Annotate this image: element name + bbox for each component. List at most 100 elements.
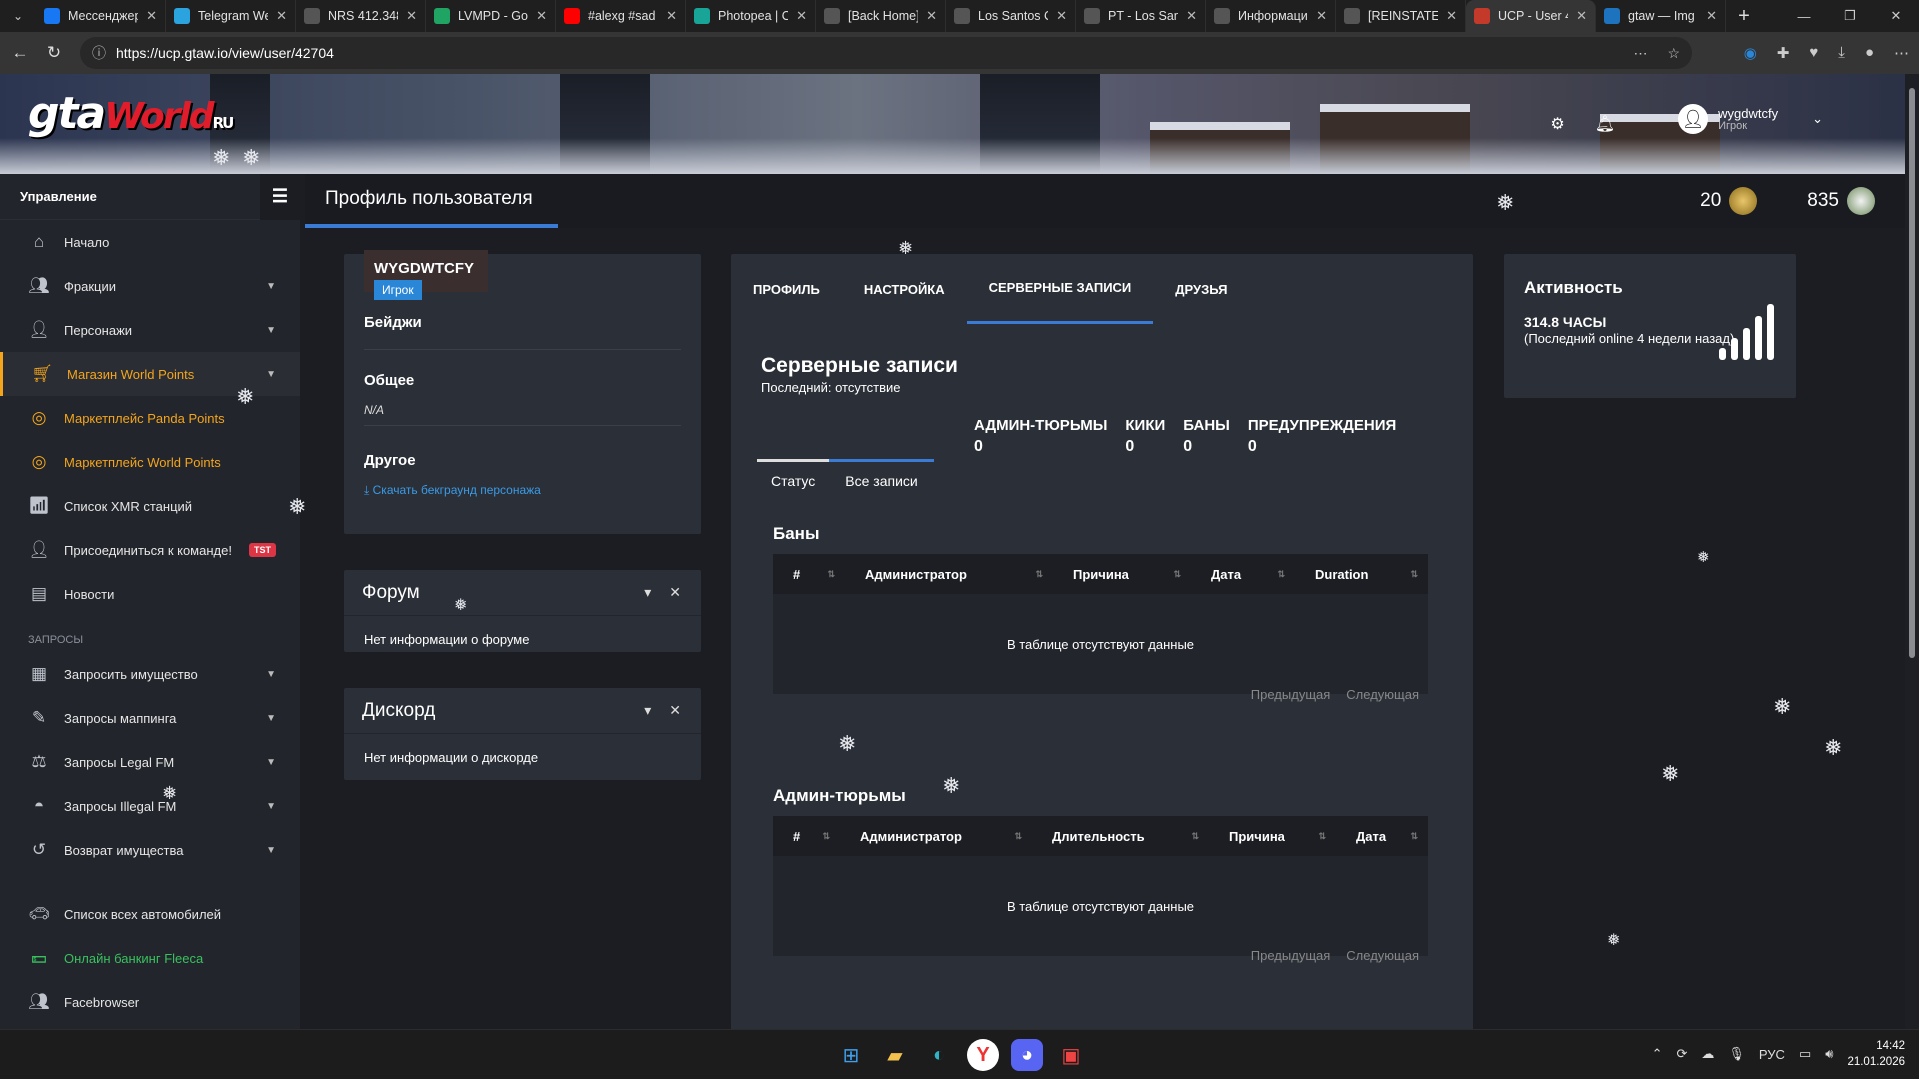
url-field[interactable]: ⓘ https://ucp.gtaw.io/view/user/42704 ⋯ … [80,37,1692,69]
page-scrollbar[interactable] [1905,74,1919,1029]
tab-0[interactable]: ПРОФИЛЬ [731,254,842,324]
browser-tab[interactable]: [Back Home] ✕ [816,0,946,32]
sidebar-item[interactable]: 👤︎ Присоединиться к команде! TST [0,528,300,572]
close-tab-icon[interactable]: ✕ [536,8,547,24]
hamburger-menu-icon[interactable]: ☰ [260,174,300,220]
next-button[interactable]: Следующая [1346,687,1419,702]
subtab-status[interactable]: Статус [757,459,830,499]
microphone-icon[interactable]: 🎙︎ [1728,1046,1745,1062]
sidebar-item[interactable]: ◎ Маркетплейс Panda Points [0,396,300,440]
yandex-browser-icon[interactable]: Y [967,1039,999,1071]
sidebar-item[interactable]: 🛒︎ Магазин World Points ▼ [0,352,300,396]
browser-tab[interactable]: NRS 412.348 ✕ [296,0,426,32]
sync-icon[interactable]: ⟳ [1676,1046,1687,1062]
close-tab-icon[interactable]: ✕ [796,8,807,24]
file-explorer-icon[interactable]: ▰ [879,1039,911,1071]
column-header[interactable]: Причина ⇅ [1209,829,1336,844]
sidebar-item[interactable]: ▦ Запросить имущество ▼ [0,652,300,696]
subtab-all-records[interactable]: Все записи [829,459,934,499]
browser-tab[interactable]: Информаци ✕ [1206,0,1336,32]
close-tab-icon[interactable]: ✕ [666,8,677,24]
site-info-icon[interactable]: ⓘ [92,43,106,63]
puzzle-icon[interactable]: ✚ [1777,44,1790,62]
clock[interactable]: 14:42 21.01.2026 [1847,1038,1905,1070]
close-tab-icon[interactable]: ✕ [1186,8,1197,24]
close-window-icon[interactable]: ✕ [1873,0,1919,32]
browser-tab[interactable]: #alexg #sad ✕ [556,0,686,32]
sidebar-item[interactable]: ⌂ Начало [0,220,300,264]
column-header[interactable]: Дата ⇅ [1336,829,1428,844]
close-tab-icon[interactable]: ✕ [276,8,287,24]
collapse-caret-icon[interactable]: ▾ [644,584,651,601]
download-icon[interactable]: ⤓ [1838,44,1845,62]
edge-browser-icon[interactable]: ◐ [923,1039,955,1071]
column-header[interactable]: Причина ⇅ [1053,567,1191,582]
browser-tab[interactable]: gtaw — Img ✕ [1596,0,1726,32]
reload-icon[interactable]: ↻ [40,39,68,67]
close-tab-icon[interactable]: ✕ [1706,8,1717,24]
tab-3[interactable]: ДРУЗЬЯ [1153,254,1249,324]
close-tab-icon[interactable]: ✕ [1446,8,1457,24]
sidebar-item[interactable]: ✎ Запросы маппинга ▼ [0,696,300,740]
sidebar-item[interactable]: ◎ Маркетплейс World Points [0,440,300,484]
tab-1[interactable]: НАСТРОЙКА [842,254,967,324]
notification-bell-icon[interactable]: 🔔︎ [1595,114,1615,134]
close-icon[interactable]: ✕ [669,702,681,719]
browser-tab[interactable]: Мессенджер ✕ [36,0,166,32]
more-dots-icon[interactable]: ⋯ [1633,45,1647,62]
favorite-star-icon[interactable]: ☆ [1667,45,1680,62]
collapse-caret-icon[interactable]: ▾ [644,702,651,719]
profile-avatar-icon[interactable]: ● [1865,44,1874,62]
browser-tab[interactable]: PT - Los San ✕ [1076,0,1206,32]
sidebar-item[interactable]: ↺ Возврат имущества ▼ [0,828,300,872]
close-icon[interactable]: ✕ [669,584,681,601]
back-icon[interactable]: ← [6,39,34,67]
restore-icon[interactable]: ❐ [1827,0,1873,32]
prev-button[interactable]: Предыдущая [1251,948,1331,963]
browser-tab[interactable]: UCP - User 4 ✕ [1466,0,1596,32]
column-header[interactable]: Duration ⇅ [1295,567,1428,582]
scrollbar-thumb[interactable] [1909,88,1915,658]
close-tab-icon[interactable]: ✕ [926,8,937,24]
settings-dots-icon[interactable]: ⋯ [1894,44,1909,62]
next-button[interactable]: Следующая [1346,948,1419,963]
sidebar-item[interactable]: ▤ Новости [0,572,300,616]
new-tab-button[interactable]: + [1726,5,1762,28]
column-header[interactable]: # ⇅ [773,567,845,582]
tab-2[interactable]: СЕРВЕРНЫЕ ЗАПИСИ [966,254,1154,324]
onedrive-icon[interactable]: ☁ [1701,1046,1714,1062]
close-tab-icon[interactable]: ✕ [1056,8,1067,24]
download-background-link[interactable]: ⤓ Скачать бекграунд персонажа [364,483,681,498]
collections-icon[interactable]: ♥ [1809,44,1818,62]
windows-start-icon[interactable]: ⊞ [835,1039,867,1071]
discord-icon[interactable]: ◕ [1011,1039,1043,1071]
browser-tab[interactable]: Los Santos C ✕ [946,0,1076,32]
tab-actions-chevron-icon[interactable]: ⌄ [0,0,36,32]
sidebar-item[interactable]: ◓ Запросы Illegal FM ▼ [0,784,300,828]
sidebar-item[interactable]: ⚖ Запросы Legal FM ▼ [0,740,300,784]
sidebar-item[interactable]: 💵︎ Онлайн банкинг Fleeca [0,936,300,980]
minimize-icon[interactable]: — [1781,0,1827,32]
browser-tab[interactable]: Photopea | O ✕ [686,0,816,32]
sidebar-item[interactable]: 👤︎ Персонажи ▼ [0,308,300,352]
snipping-tool-icon[interactable]: ▣ [1055,1039,1087,1071]
network-icon[interactable]: ▭ [1799,1046,1811,1062]
settings-gear-icon[interactable]: ⚙ [1550,114,1564,134]
browser-tab[interactable]: LVMPD - Goo ✕ [426,0,556,32]
column-header[interactable]: Длительность ⇅ [1032,829,1209,844]
close-tab-icon[interactable]: ✕ [1316,8,1327,24]
volume-icon[interactable]: 🔊︎ [1825,1046,1833,1062]
column-header[interactable]: Администратор ⇅ [845,567,1053,582]
tray-overflow-icon[interactable]: ⌃ [1652,1046,1663,1062]
browser-tab[interactable]: Telegram Web ✕ [166,0,296,32]
column-header[interactable]: # ⇅ [773,829,840,844]
column-header[interactable]: Дата ⇅ [1191,567,1295,582]
close-tab-icon[interactable]: ✕ [406,8,417,24]
sidebar-item[interactable]: 📶︎ Список XMR станций [0,484,300,528]
browser-tab[interactable]: [REINSTATEM ✕ [1336,0,1466,32]
sidebar-item[interactable]: 👥︎ Facebrowser [0,980,300,1024]
column-header[interactable]: Администратор ⇅ [840,829,1032,844]
close-tab-icon[interactable]: ✕ [1576,8,1587,24]
gtaw-logo[interactable]: gtaWorldRU [28,88,234,139]
language-indicator[interactable]: РУС [1759,1047,1785,1062]
